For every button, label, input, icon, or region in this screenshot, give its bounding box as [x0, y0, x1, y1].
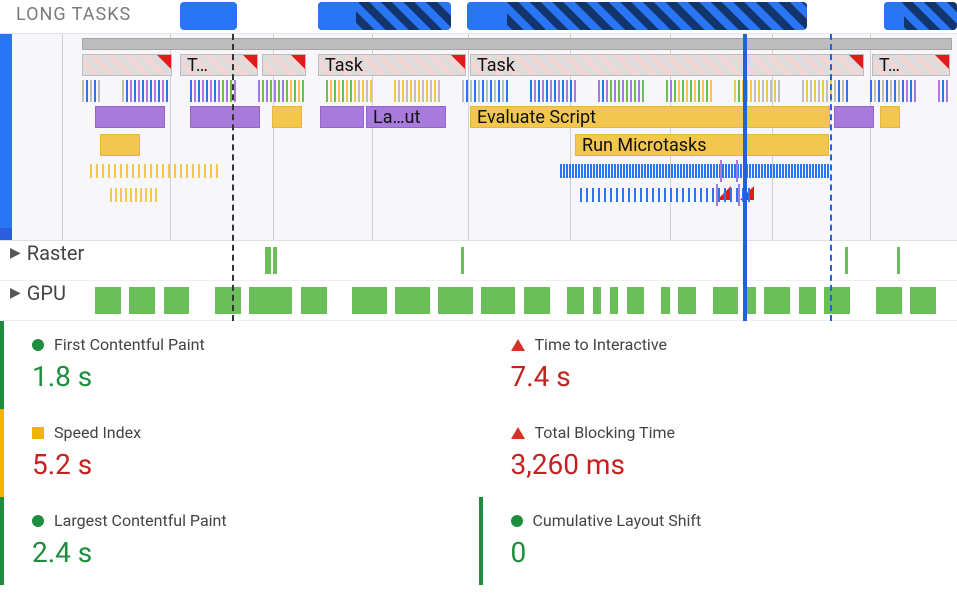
script-frame[interactable] — [880, 106, 900, 128]
metric-name: Time to Interactive — [535, 335, 667, 354]
task-frame[interactable]: Task — [470, 54, 864, 76]
layout-frame[interactable] — [95, 106, 165, 128]
layout-frame[interactable] — [834, 106, 874, 128]
metric-name: Speed Index — [54, 423, 141, 442]
layout-frame[interactable]: La…ut — [366, 106, 446, 128]
long-task-bar[interactable] — [467, 2, 507, 30]
long-tasks-label: LONG TASKS — [16, 4, 131, 25]
long-task-bar[interactable] — [318, 2, 356, 30]
track-script-layout: La…ut Evaluate Script — [20, 104, 953, 130]
metric-value: 1.8 s — [32, 360, 451, 393]
track-microtasks: Run Microtasks — [20, 132, 953, 158]
marker-tti — [743, 34, 747, 321]
status-good-icon — [511, 515, 523, 527]
task-frame[interactable] — [82, 54, 172, 76]
script-frame[interactable] — [272, 106, 302, 128]
status-good-icon — [32, 515, 44, 527]
raster-label: Raster — [27, 241, 84, 265]
long-tasks-row: LONG TASKS — [0, 0, 957, 34]
track-activity-2 — [20, 160, 953, 182]
task-frame[interactable]: T… — [872, 54, 950, 76]
gpu-label: GPU — [27, 281, 66, 305]
long-task-bar[interactable] — [884, 2, 904, 30]
metric-value: 5.2 s — [32, 448, 451, 481]
status-good-icon — [32, 339, 44, 351]
layout-frame[interactable] — [190, 106, 260, 128]
metric-card[interactable]: Total Blocking Time 3,260 ms — [479, 409, 957, 497]
track-tasks: T… Task Task T… — [20, 52, 953, 78]
track-activity-3 — [20, 184, 953, 206]
metric-name: Largest Contentful Paint — [54, 511, 227, 530]
status-bad-icon — [511, 427, 525, 439]
thread-gutter — [0, 34, 12, 240]
metrics-grid: First Contentful Paint 1.8 s Time to Inter… — [0, 321, 957, 585]
task-frame[interactable]: T… — [180, 54, 258, 76]
metric-value: 7.4 s — [511, 360, 930, 393]
metric-card[interactable]: First Contentful Paint 1.8 s — [0, 321, 479, 409]
disclosure-triangle-icon[interactable]: ▶ — [10, 245, 21, 261]
raster-row[interactable]: ▶ Raster — [0, 241, 957, 281]
status-bad-icon — [511, 339, 525, 351]
metric-name: Cumulative Layout Shift — [533, 511, 702, 530]
marker-secondary — [830, 34, 832, 321]
metric-card[interactable]: Time to Interactive 7.4 s — [479, 321, 957, 409]
gpu-bars — [95, 287, 953, 314]
raster-bars — [95, 247, 953, 274]
disclosure-triangle-icon[interactable]: ▶ — [10, 285, 21, 301]
script-frame[interactable] — [100, 134, 140, 156]
metric-card[interactable]: Cumulative Layout Shift 0 — [479, 497, 957, 585]
metric-card[interactable]: Speed Index 5.2 s — [0, 409, 479, 497]
layout-frame[interactable] — [320, 106, 364, 128]
long-task-bar[interactable] — [180, 2, 237, 30]
task-frame[interactable]: Task — [318, 54, 466, 76]
marker-fcp — [232, 34, 234, 321]
flame-chart[interactable]: T… Task Task T… La…ut Evaluate Script — [0, 34, 957, 241]
metric-card[interactable]: Largest Contentful Paint 2.4 s — [0, 497, 479, 585]
status-warn-icon — [32, 427, 44, 439]
metric-name: First Contentful Paint — [54, 335, 205, 354]
evaluate-script-frame[interactable]: Evaluate Script — [470, 106, 830, 128]
gpu-row[interactable]: ▶ GPU — [0, 281, 957, 321]
metric-value: 2.4 s — [32, 536, 451, 569]
metric-value: 3,260 ms — [511, 448, 930, 481]
track-activity-1 — [20, 80, 953, 102]
task-frame[interactable] — [262, 54, 306, 76]
run-microtasks-frame[interactable]: Run Microtasks — [575, 134, 829, 156]
long-task-bar[interactable] — [467, 2, 807, 30]
metric-name: Total Blocking Time — [535, 423, 675, 442]
metric-value: 0 — [511, 536, 930, 569]
